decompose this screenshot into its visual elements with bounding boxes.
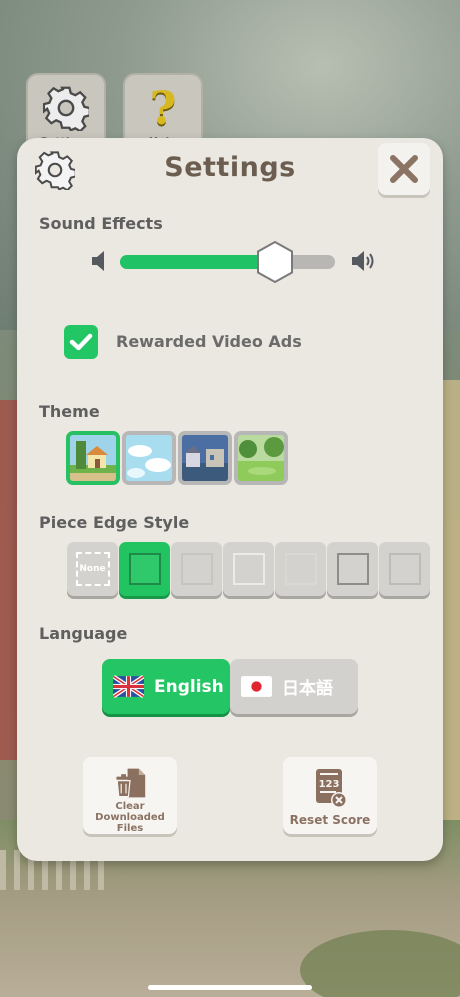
volume-slider-handle[interactable] (255, 240, 295, 284)
edge-style-option-none[interactable]: None (67, 542, 118, 596)
theme-option-town[interactable] (178, 431, 232, 485)
speaker-loud-icon[interactable] (350, 249, 376, 273)
reset-score-label: Reset Score (289, 813, 371, 827)
town-thumbnail (182, 435, 228, 481)
rewarded-ads-checkbox[interactable] (64, 325, 98, 359)
edge-style-option-1[interactable] (119, 542, 170, 596)
language-japanese-button[interactable]: 日本語 (230, 659, 358, 714)
theme-options (66, 431, 288, 485)
theme-label: Theme (39, 402, 100, 421)
volume-slider-fill (120, 255, 275, 269)
score-reset-icon: 123 (316, 769, 347, 808)
clear-downloaded-files-label: Clear Downloaded Files (95, 801, 165, 834)
farmhouse-thumbnail (70, 435, 116, 481)
language-english-label: English (154, 676, 224, 697)
park-thumbnail (238, 435, 284, 481)
checkmark-icon (69, 333, 93, 351)
edge-style-option-5[interactable] (327, 542, 378, 596)
question-mark-icon: ? (149, 81, 177, 135)
home-indicator[interactable] (148, 985, 312, 990)
reset-score-button[interactable]: 123 Reset Score (283, 757, 377, 834)
score-icon-number: 123 (319, 779, 340, 790)
edge-style-options: None (67, 542, 430, 596)
sky-thumbnail (126, 435, 172, 481)
language-english-button[interactable]: English (102, 659, 230, 714)
edge-style-option-2[interactable] (171, 542, 222, 596)
close-icon (390, 155, 418, 183)
volume-slider-track[interactable] (120, 255, 335, 269)
uk-flag-icon (113, 675, 144, 698)
rewarded-ads-label: Rewarded Video Ads (116, 332, 302, 351)
edge-style-option-4[interactable] (275, 542, 326, 596)
settings-dialog: Settings Sound Effects Rewarded Video Ad… (17, 138, 443, 861)
edge-style-option-6[interactable] (379, 542, 430, 596)
gear-icon (43, 86, 89, 131)
theme-option-farmhouse[interactable] (66, 431, 120, 485)
japan-flag-icon (241, 676, 272, 697)
language-japanese-label: 日本語 (282, 679, 333, 699)
theme-option-park[interactable] (234, 431, 288, 485)
edge-style-none-label: None (75, 552, 110, 586)
trash-file-icon (116, 768, 146, 798)
sound-effects-label: Sound Effects (39, 214, 163, 233)
close-button[interactable] (378, 143, 430, 195)
speaker-mute-icon[interactable] (90, 249, 112, 273)
language-label: Language (39, 624, 128, 643)
theme-option-sky[interactable] (122, 431, 176, 485)
piece-edge-style-label: Piece Edge Style (39, 513, 190, 532)
edge-style-option-3[interactable] (223, 542, 274, 596)
clear-downloaded-files-button[interactable]: Clear Downloaded Files (83, 757, 177, 834)
